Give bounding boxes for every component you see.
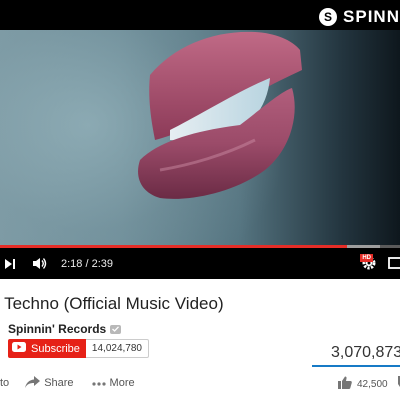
add-to-label: to: [0, 377, 10, 389]
lips-image: [138, 31, 302, 199]
subscribe-button[interactable]: Subscribe: [8, 339, 86, 358]
hd-badge: HD: [360, 254, 373, 262]
volume-icon[interactable]: [32, 257, 47, 270]
watermark-text: SPINN: [343, 7, 400, 26]
share-button[interactable]: Share: [25, 375, 74, 391]
video-title: - Techno (Official Music Video): [0, 294, 224, 313]
subscribe-label: Subscribe: [31, 342, 80, 355]
skip-next-icon[interactable]: [4, 258, 16, 270]
time-display: 2:18 / 2:39: [61, 257, 113, 270]
channel-name[interactable]: Spinnin' Records: [8, 322, 106, 336]
channel-link[interactable]: Spinnin' Records: [8, 322, 122, 336]
share-icon: [25, 375, 41, 391]
channel-watermark[interactable]: S SPINN: [319, 0, 400, 30]
action-bar: to Share More: [0, 375, 135, 391]
youtube-play-icon: [12, 342, 26, 355]
video-player[interactable]: S SPINN 2:18 / 2:39 HD: [0, 0, 400, 279]
video-frame[interactable]: [0, 30, 400, 245]
verified-badge-icon: [110, 324, 122, 334]
thumbs-up-icon: [338, 376, 352, 392]
view-count: 3,070,873 v: [331, 344, 400, 361]
player-controls: 2:18 / 2:39: [0, 248, 400, 279]
more-dots-icon: [91, 377, 106, 389]
subscriber-count: 14,024,780: [85, 339, 149, 358]
more-label: More: [109, 377, 135, 389]
share-label: Share: [44, 377, 74, 389]
spinnin-logo-icon: S: [319, 8, 338, 26]
theater-mode-icon[interactable]: [388, 257, 400, 269]
like-count: 42,500: [357, 378, 388, 390]
sentiment-bar: [312, 365, 400, 367]
add-to-button[interactable]: to: [0, 377, 9, 389]
more-button[interactable]: More: [91, 377, 135, 389]
like-button[interactable]: 42,500: [338, 376, 388, 392]
like-widget: 42,500: [338, 376, 400, 392]
subscribe-widget: Subscribe 14,024,780: [8, 339, 149, 358]
